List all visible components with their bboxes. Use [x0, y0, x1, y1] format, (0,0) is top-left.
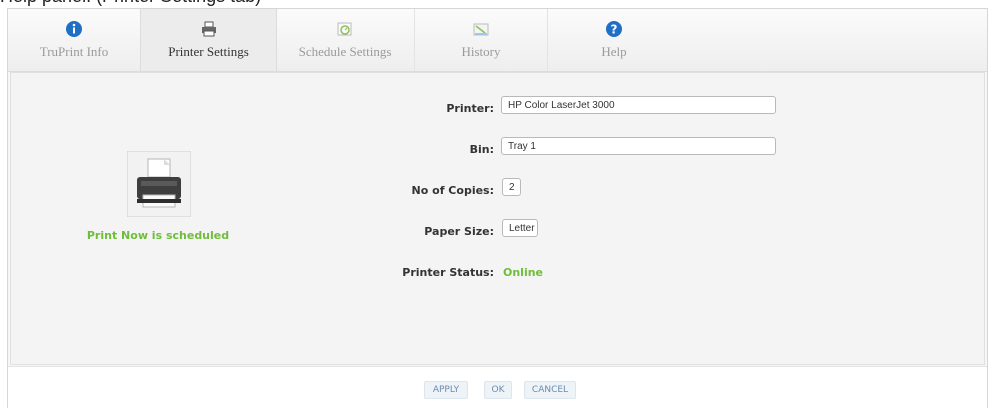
settings-panel: Print Now is scheduled Printer: HP Color…	[10, 72, 985, 365]
tab-bar: TruPrint Info Printer Settings Schedule …	[8, 9, 987, 72]
tab-label: Schedule Settings	[298, 44, 392, 59]
button-bar: APPLY OK CANCEL	[8, 366, 987, 408]
copies-label: No of Copies:	[411, 184, 494, 197]
history-icon	[472, 20, 490, 38]
caption-text: Help panel. (Printer Settings tab)	[0, 0, 460, 8]
copies-field[interactable]: 2	[502, 178, 521, 196]
tab-label: Printer Settings	[168, 44, 249, 59]
printer-field[interactable]: HP Color LaserJet 3000	[501, 96, 776, 114]
info-icon	[65, 20, 83, 38]
tab-label: TruPrint Info	[39, 44, 109, 59]
tab-truprint-info[interactable]: TruPrint Info	[8, 9, 140, 71]
paper-size-label: Paper Size:	[424, 225, 494, 238]
tab-schedule-settings[interactable]: Schedule Settings	[277, 9, 413, 71]
bin-field[interactable]: Tray 1	[501, 137, 776, 155]
settings-window: TruPrint Info Printer Settings Schedule …	[7, 8, 988, 408]
schedule-icon	[336, 20, 354, 38]
help-icon: ?	[605, 20, 623, 38]
printer-status-label: Printer Status:	[402, 266, 494, 279]
printer-image	[126, 150, 192, 218]
printer-icon	[200, 20, 218, 38]
tab-printer-settings[interactable]: Printer Settings	[140, 9, 277, 71]
apply-button[interactable]: APPLY	[424, 381, 468, 399]
paper-size-field[interactable]: Letter	[502, 219, 538, 237]
tab-label: History	[461, 44, 501, 59]
tab-label: Help	[601, 44, 627, 59]
ok-button[interactable]: OK	[484, 381, 512, 399]
printer-label: Printer:	[446, 102, 494, 115]
svg-text:?: ?	[611, 23, 618, 37]
printer-status-value: Online	[503, 266, 544, 279]
schedule-status-message: Print Now is scheduled	[86, 229, 230, 242]
bin-label: Bin:	[469, 143, 494, 156]
tab-history[interactable]: History	[415, 9, 547, 71]
cancel-button[interactable]: CANCEL	[524, 381, 576, 399]
tab-help[interactable]: ? Help	[548, 9, 680, 71]
